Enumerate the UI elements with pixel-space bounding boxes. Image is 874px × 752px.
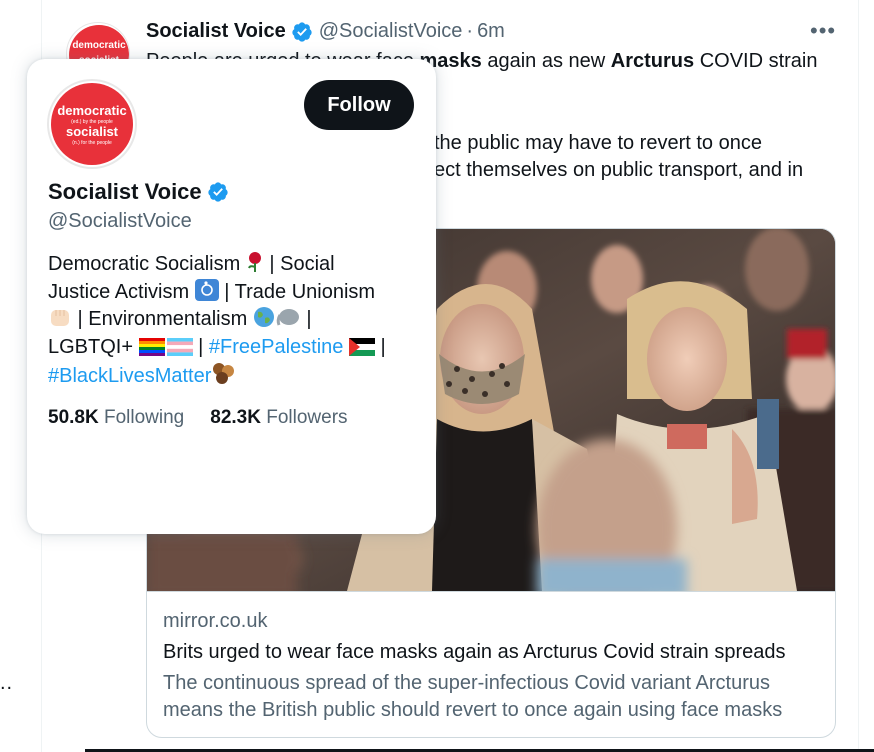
followers-count: 82.3K bbox=[210, 407, 261, 428]
link-description-line: The continuous spread of the super-infec… bbox=[163, 672, 770, 694]
bio-text: | Trade Unionism bbox=[218, 280, 376, 303]
bio-text: | Environmentalism bbox=[72, 308, 253, 330]
tweet-text-part: again as new bbox=[481, 50, 611, 72]
hover-card-handle[interactable]: @SocialistVoice bbox=[48, 210, 192, 233]
hover-card-avatar[interactable]: democratic (ed.) by the people socialist… bbox=[47, 79, 137, 169]
hashtag-free-palestine[interactable]: #FreePalestine bbox=[209, 336, 344, 358]
bio-text: | bbox=[192, 335, 209, 358]
rose-icon bbox=[247, 252, 261, 272]
link-title: Brits urged to wear face masks again as … bbox=[163, 641, 786, 663]
bio-text: | Social bbox=[263, 253, 335, 275]
elephant-icon bbox=[276, 309, 299, 326]
tweet-text-part: COVID strain bbox=[694, 50, 818, 72]
tweet-timestamp[interactable]: 6m bbox=[477, 20, 505, 43]
link-domain: mirror.co.uk bbox=[163, 610, 268, 632]
logo-text: democratic bbox=[57, 103, 126, 118]
bio-text: | bbox=[300, 308, 312, 330]
bio-text: | bbox=[375, 335, 386, 358]
tweet-text-bold-arcturus: Arcturus bbox=[610, 50, 695, 72]
avatar-logo: democratic (ed.) by the people socialist… bbox=[51, 83, 133, 165]
raised-fists-icon bbox=[213, 363, 235, 384]
wheelchair-icon bbox=[194, 278, 219, 301]
tweet-author-handle[interactable]: @SocialistVoice bbox=[319, 20, 463, 43]
verified-badge-icon[interactable] bbox=[291, 21, 313, 43]
profile-hover-card: democratic (ed.) by the people socialist… bbox=[27, 59, 436, 534]
timeline-right-border bbox=[858, 0, 859, 752]
hover-card-bio: Democratic Socialism | Social Justice Ac… bbox=[48, 251, 418, 391]
tweet-header: Socialist Voice @SocialistVoice · 6m bbox=[146, 20, 505, 43]
hover-card-stats: 50.8K Following 82.3K Followers bbox=[48, 407, 348, 429]
followers-stat[interactable]: 82.3K Followers bbox=[210, 407, 347, 429]
link-description-line: means the British public should revert t… bbox=[163, 699, 783, 721]
logo-subtext: (n.) for the people bbox=[72, 140, 112, 146]
hover-card-name-row: Socialist Voice bbox=[48, 179, 229, 205]
bio-text: Justice Activism bbox=[48, 280, 195, 303]
left-edge-ellipsis: .. bbox=[0, 672, 14, 694]
link-description: The continuous spread of the super-infec… bbox=[163, 670, 821, 724]
palestine-flag-icon bbox=[349, 337, 375, 356]
transgender-flag-icon bbox=[166, 337, 193, 356]
svg-text:democratic: democratic bbox=[72, 40, 126, 51]
logo-text: socialist bbox=[66, 124, 119, 139]
bio-text: Democratic Socialism bbox=[48, 253, 246, 275]
header-separator: · bbox=[466, 20, 474, 42]
following-count: 50.8K bbox=[48, 407, 99, 428]
bio-text: LGBTQI+ bbox=[48, 335, 139, 358]
hover-card-name[interactable]: Socialist Voice bbox=[48, 179, 202, 205]
follow-button[interactable]: Follow bbox=[304, 80, 414, 130]
more-horizontal-icon[interactable]: ••• bbox=[810, 18, 836, 44]
tweet-author-name[interactable]: Socialist Voice bbox=[146, 20, 286, 43]
globe-icon bbox=[253, 307, 274, 327]
following-label: Following bbox=[103, 407, 185, 428]
link-preview-meta[interactable]: mirror.co.uk Brits urged to wear face ma… bbox=[147, 591, 835, 737]
hashtag-black-lives-matter[interactable]: #BlackLivesMatter bbox=[48, 365, 211, 387]
raised-fist-icon bbox=[51, 310, 69, 326]
verified-badge-icon[interactable] bbox=[207, 181, 229, 203]
rainbow-flag-icon bbox=[138, 337, 165, 356]
followers-label: Followers bbox=[266, 407, 348, 428]
following-stat[interactable]: 50.8K Following bbox=[48, 407, 184, 429]
